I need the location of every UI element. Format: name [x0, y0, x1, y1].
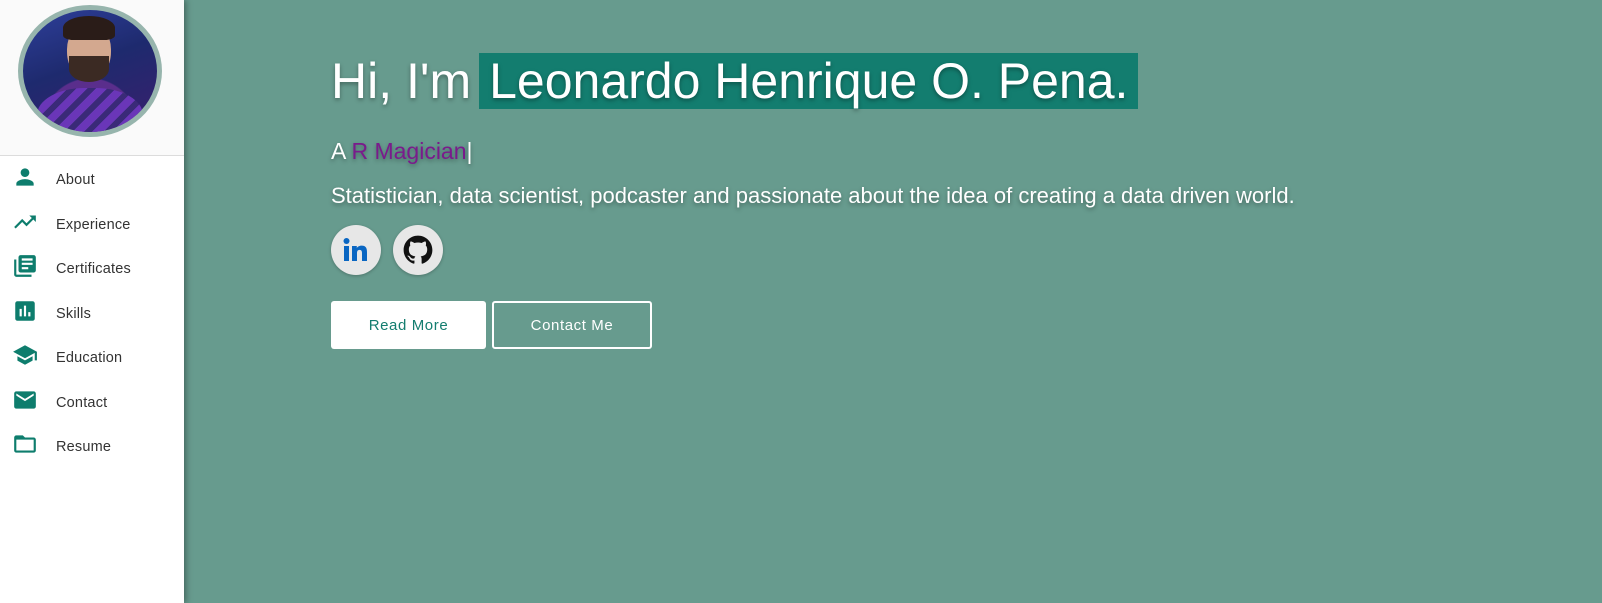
- sidebar-item-resume[interactable]: Resume: [0, 423, 184, 468]
- sidebar: About Experience Certificates Skills Edu…: [0, 0, 184, 603]
- hero-buttons: Read More Contact Me: [331, 301, 1295, 349]
- social-links: [331, 225, 1295, 275]
- sidebar-item-label: About: [56, 172, 95, 188]
- sidebar-item-experience[interactable]: Experience: [0, 201, 184, 246]
- library-books-icon: [12, 253, 38, 279]
- contact-me-button[interactable]: Contact Me: [492, 301, 652, 349]
- main-content: Hi, I'm Leonardo Henrique O. Pena. A R Ma…: [184, 0, 1602, 603]
- person-icon: [12, 164, 38, 190]
- sidebar-item-label: Certificates: [56, 261, 131, 277]
- github-link[interactable]: [393, 225, 443, 275]
- hero-description: Statistician, data scientist, podcaster …: [331, 183, 1295, 208]
- sidebar-header: [0, 0, 184, 156]
- hero-name: Leonardo Henrique O. Pena.: [479, 53, 1139, 109]
- school-icon: [12, 342, 38, 368]
- tagline-prefix: A: [331, 138, 346, 164]
- typed-role: R Magician: [351, 138, 467, 164]
- trending-up-icon: [12, 209, 38, 235]
- hero-greeting: Hi, I'm: [331, 53, 472, 109]
- sidebar-item-certificates[interactable]: Certificates: [0, 245, 184, 290]
- sidebar-item-about[interactable]: About: [0, 156, 184, 201]
- hero-tagline: A R Magician|: [331, 138, 1295, 165]
- github-icon: [403, 235, 433, 265]
- sidebar-item-label: Education: [56, 350, 123, 366]
- sidebar-item-label: Experience: [56, 216, 131, 233]
- folder-icon: [12, 431, 38, 457]
- sidebar-nav: About Experience Certificates Skills Edu…: [0, 156, 184, 468]
- sidebar-item-label: Skills: [56, 305, 92, 322]
- sidebar-item-label: Contact: [56, 394, 108, 411]
- hero-section: Hi, I'm Leonardo Henrique O. Pena. A R Ma…: [331, 48, 1295, 349]
- app: About Experience Certificates Skills Edu…: [0, 0, 1602, 603]
- bar-chart-icon: [12, 298, 38, 324]
- linkedin-link[interactable]: [331, 225, 381, 275]
- sidebar-item-education[interactable]: Education: [0, 334, 184, 379]
- sidebar-item-skills[interactable]: Skills: [0, 290, 184, 335]
- mail-icon: [12, 387, 38, 413]
- avatar: [18, 5, 162, 137]
- sidebar-item-contact[interactable]: Contact: [0, 379, 184, 424]
- linkedin-icon: [341, 235, 371, 265]
- hero-title: Hi, I'm Leonardo Henrique O. Pena.: [331, 48, 1295, 114]
- sidebar-item-label: Resume: [56, 439, 112, 455]
- read-more-button[interactable]: Read More: [331, 301, 486, 349]
- typing-cursor: |: [466, 138, 473, 164]
